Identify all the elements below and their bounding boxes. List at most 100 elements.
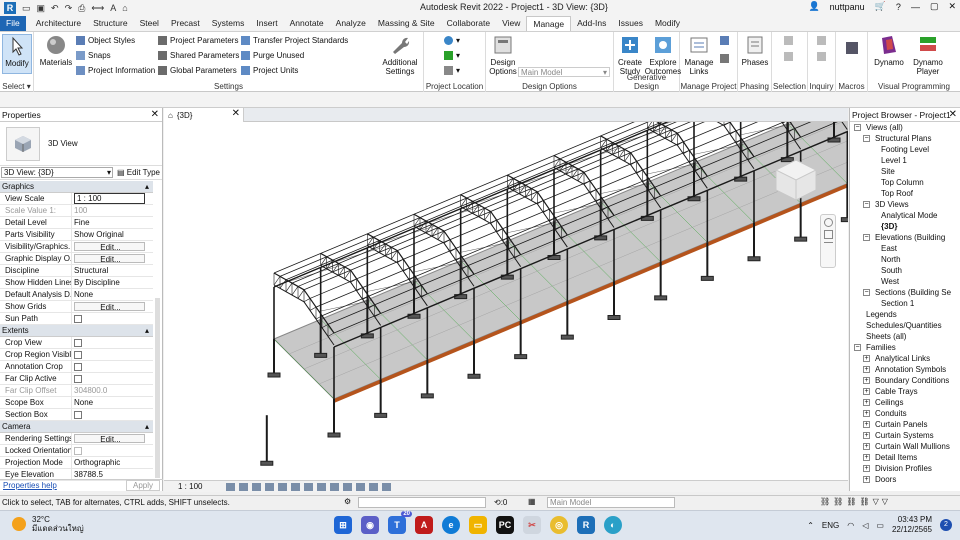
instance-dropdown[interactable]: 3D View: {3D} [1,167,113,178]
highlight-displacement-icon[interactable] [369,482,379,491]
project-parameters-button[interactable]: Project Parameters [158,36,238,45]
design-option-dropdown[interactable]: Main Model ▾ [518,67,610,77]
browser-node[interactable]: Top Roof [850,188,960,199]
3d-view-icon[interactable]: ⌂ [122,3,127,13]
constraints-icon[interactable] [382,482,392,491]
inquiry-small-1[interactable] [817,36,826,45]
browser-node[interactable]: + Cable Trays [850,386,960,397]
expand-toggle-icon[interactable]: + [863,421,870,428]
design-options-button[interactable]: Design Options [488,34,518,76]
chrome-icon[interactable]: ◎ [550,516,568,534]
position-button[interactable]: ▾ [444,66,460,75]
browser-node[interactable]: − Elevations (Building [850,232,960,243]
manage-project-small-2[interactable] [720,54,729,63]
property-checkbox[interactable] [74,339,82,347]
revit-taskbar-icon[interactable]: R [577,516,595,534]
measure-icon[interactable]: ⟷ [91,3,104,14]
selection-small-2[interactable] [784,52,793,61]
section-graphics[interactable]: Graphics [0,181,153,193]
teams-chat-icon[interactable]: ◉ [361,516,379,534]
redo-icon[interactable]: ↷ [65,3,73,14]
browser-node[interactable]: West [850,276,960,287]
user-name[interactable]: nuttpanu [830,2,865,12]
properties-close-icon[interactable]: ✕ [151,108,159,122]
tab-manage[interactable]: Manage [526,16,572,31]
edge-icon[interactable]: e [442,516,460,534]
browser-node[interactable]: Sheets (all) [850,331,960,342]
view-tab-close-icon[interactable]: ✕ [232,108,240,119]
workset-dropdown[interactable] [358,497,486,508]
browser-close-icon[interactable]: ✕ [949,108,957,122]
browser-node[interactable]: + Curtain Panels [850,419,960,430]
dynamo-player-button[interactable]: Dynamo Player [908,34,948,76]
selection-filter-icons[interactable]: ⛓⛓⛓⛓▽▽ [820,497,891,506]
lock-3d-icon[interactable] [317,482,327,491]
property-checkbox[interactable] [74,411,82,419]
coordinates-button[interactable]: ▾ [444,51,460,60]
view-tab-3d[interactable]: ⌂ {3D} ✕ [164,108,244,122]
expand-toggle-icon[interactable]: + [863,465,870,472]
tray-chevron-icon[interactable]: ⌃ [807,521,814,530]
viewcube-icon[interactable] [768,152,824,208]
close-button[interactable]: ✕ [948,1,956,12]
weather-widget[interactable]: 32°C มีแดดส่วนใหญ่ [12,515,84,533]
tab-systems[interactable]: Systems [206,16,251,31]
browser-node[interactable]: + Doors [850,474,960,485]
expand-toggle-icon[interactable]: + [863,443,870,450]
detail-level-icon[interactable] [226,482,236,491]
browser-node[interactable]: Section 1 [850,298,960,309]
property-value[interactable]: None [72,397,153,408]
property-checkbox[interactable] [74,351,82,359]
tab-architecture[interactable]: Architecture [30,16,87,31]
tab-analyze[interactable]: Analyze [330,16,372,31]
edit-button[interactable]: Edit... [74,254,145,263]
edit-button[interactable]: Edit... [74,242,145,251]
create-study-button[interactable]: Create Study [615,34,645,76]
modify-button[interactable]: Modify [2,34,32,74]
file-explorer-icon[interactable]: ▭ [469,516,487,534]
browser-node[interactable]: + Boundary Conditions [850,375,960,386]
teams-icon[interactable]: T 20 [388,511,412,534]
browser-node[interactable]: − Structural Plans [850,133,960,144]
browser-node[interactable]: + Detail Items [850,452,960,463]
expand-toggle-icon[interactable]: + [863,377,870,384]
tab-massing-site[interactable]: Massing & Site [372,16,441,31]
browser-node[interactable]: South [850,265,960,276]
additional-settings-button[interactable]: Additional Settings [379,34,421,76]
language-indicator[interactable]: ENG [822,521,839,530]
browser-node[interactable]: {3D} [850,221,960,232]
browser-node[interactable]: + Annotation Symbols [850,364,960,375]
property-value[interactable]: Orthographic [72,457,153,468]
browser-node[interactable]: Footing Level [850,144,960,155]
edit-type-button[interactable]: ▤ Edit Type [117,168,160,177]
analytical-model-icon[interactable] [356,482,366,491]
macros-button[interactable] [846,42,858,54]
property-checkbox[interactable] [74,315,82,323]
battery-icon[interactable]: ▭ [876,521,884,530]
property-value[interactable] [72,445,153,456]
select-label[interactable]: Select ▾ [0,82,33,91]
purge-unused-button[interactable]: Purge Unused [241,51,304,60]
temp-hide-icon[interactable] [330,482,340,491]
expand-toggle-icon[interactable]: + [863,432,870,439]
property-value[interactable]: Show Original [72,229,153,240]
notification-badge[interactable]: 2 [940,519,952,531]
view-scale-control[interactable]: 1 : 100 [178,482,202,491]
crop-view-icon[interactable] [291,482,301,491]
browser-node[interactable]: Legends [850,309,960,320]
browser-node[interactable]: + Analytical Links [850,353,960,364]
project-information-button[interactable]: Project Information [76,66,155,75]
shared-parameters-button[interactable]: Shared Parameters [158,51,239,60]
crop-region-icon[interactable] [304,482,314,491]
object-styles-button[interactable]: Object Styles [76,36,135,45]
undo-icon[interactable]: ↶ [51,3,59,14]
manage-project-small-1[interactable] [720,36,729,45]
property-value[interactable]: Structural [72,265,153,276]
design-option-status-icon[interactable]: ▦ [528,497,536,506]
tab-collaborate[interactable]: Collaborate [441,16,496,31]
open-icon[interactable]: ▭ [22,3,31,14]
browser-node[interactable]: + Curtain Wall Mullions [850,441,960,452]
manage-links-button[interactable]: Manage Links [684,34,714,76]
property-value[interactable]: By Discipline [72,277,153,288]
browser-node[interactable]: Level 1 [850,155,960,166]
